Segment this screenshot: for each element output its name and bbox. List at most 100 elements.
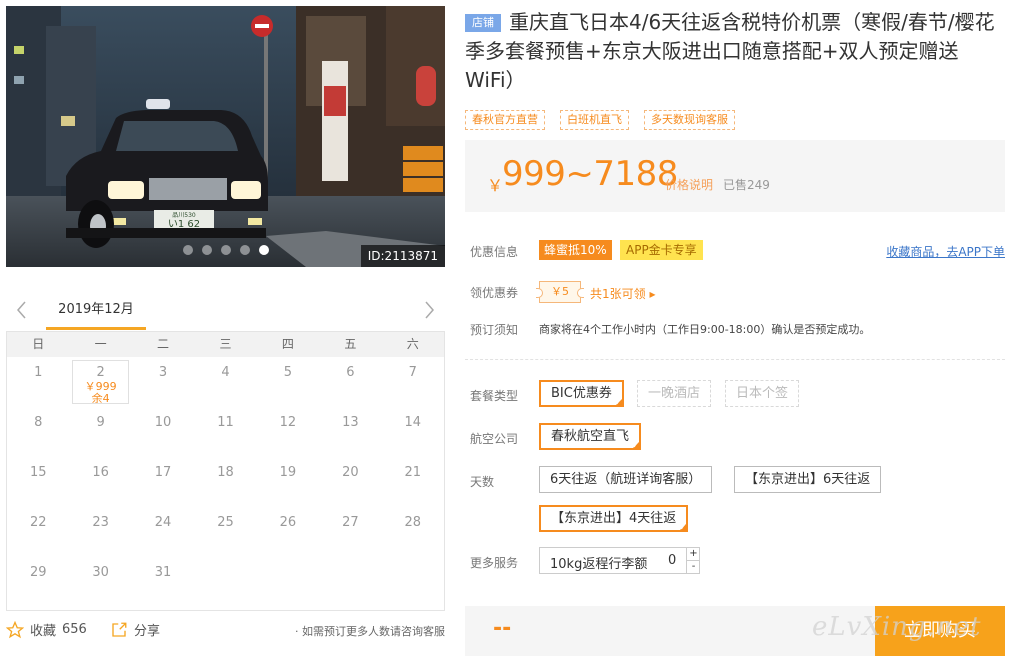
option-label: 一晚酒店 [648,386,701,401]
share-button[interactable]: 分享 [110,620,160,639]
weekday-label: 日 [32,337,45,351]
calendar-day: 20 [319,457,381,507]
total-price: -- [493,616,512,641]
favorite-app-link[interactable]: 收藏商品，去APP下单 [886,243,1005,260]
luggage-quantity-value[interactable]: 0 [668,553,676,568]
calendar-day: 9 [69,407,131,457]
more-services-label: 更多服务 [470,556,519,570]
day-number: 26 [279,515,297,530]
day-number: 17 [154,465,172,480]
day-number: 6 [346,365,355,380]
favorite-label: 收藏 [30,624,57,639]
feature-tag: 多天数现询客服 [644,110,735,130]
image-id-label: ID:2113871 [360,245,445,267]
notice-label: 预订须知 [470,323,519,337]
calendar-day: 29 [7,557,69,607]
date-calendar: 日 一 二 三 四 五 六 1 2 ￥999 余4 3 4 5 6 7 8 9 … [6,331,445,611]
option-label: 6天往返（航班详询客服） [550,472,702,487]
day-number: 27 [342,515,359,530]
chevron-left-icon[interactable] [12,298,32,322]
decrement-button[interactable]: - [686,561,700,574]
weekday-label: 二 [157,337,170,351]
day-number: 15 [29,465,47,480]
sold-count: 已售249 [723,178,770,192]
app-gold-card-badge: APP金卡专享 [620,240,703,260]
shop-tag[interactable]: 店铺 [465,14,501,32]
product-photo[interactable]: 品川530 い1 62 ID:2113871 [6,6,445,267]
airline-label: 航空公司 [470,432,519,446]
calendar-weekdays: 日 一 二 三 四 五 六 [7,332,444,357]
calendar-day: 1 [7,357,69,407]
airline-option-spring[interactable]: 春秋航空直飞 ✓ [539,423,642,450]
favorite-count: 656 [62,622,87,637]
days-option-tokyo-6day[interactable]: 【东京进出】6天往返 [734,466,882,493]
day-number: 16 [92,465,109,480]
photo-actions: 收藏 656 分享 · 如需预订更多人数请咨询客服 [6,618,445,644]
day-number: 29 [29,565,47,580]
price-explain-link[interactable]: 价格说明 [665,176,713,193]
weekday-label: 一 [94,337,107,351]
coupon-ticket[interactable]: ￥5 [536,281,584,303]
days-option-6day[interactable]: 6天往返（航班详询客服） [539,466,713,493]
section-divider [465,359,1005,360]
option-label: 日本个签 [736,386,789,401]
day-number: 5 [283,365,293,380]
calendar-day: 10 [132,407,194,457]
day-number: 12 [279,415,297,430]
price-panel: ￥ 999~7188 价格说明 已售249 [465,140,1005,212]
calendar-month-tab[interactable]: 2019年12月 [46,294,146,330]
calendar-day: 26 [257,507,319,557]
booking-notice: 商家将在4个工作小时内（工作日9:00-18:00）确认是否预定成功。 [539,323,871,336]
calendar-day-selected[interactable]: 2 ￥999 余4 [69,357,131,407]
calendar-day: 3 [132,357,194,407]
favorite-button[interactable]: 收藏 656 [6,620,87,639]
option-label: 【东京进出】4天往返 [551,511,677,526]
weekday-label: 三 [219,337,232,351]
day-number: 8 [34,415,43,430]
day-number: 3 [158,365,168,380]
slide-dot-active[interactable] [258,245,269,255]
days-label: 天数 [470,475,495,489]
calendar-day: 25 [194,507,256,557]
slide-dot[interactable] [201,245,212,255]
day-number: 18 [217,465,234,480]
calendar-day: 24 [132,507,194,557]
calendar-day: 18 [194,457,256,507]
calendar-day: 27 [319,507,381,557]
product-tags: 春秋官方直营 白班机直飞 多天数现询客服 [465,110,735,130]
day-number: 13 [342,415,359,430]
calendar-day: 7 [382,357,444,407]
package-type-label: 套餐类型 [470,389,519,403]
package-option-bic-coupon[interactable]: BIC优惠券 ✓ [539,380,624,407]
day-number: 30 [92,565,109,580]
chevron-right-icon[interactable] [419,298,439,322]
day-number: 10 [154,415,172,430]
feature-tag: 白班机直飞 [560,110,629,130]
day-number: 25 [217,515,234,530]
share-label: 分享 [134,624,161,639]
coupon-label: 领优惠券 [470,286,519,300]
promo-label: 优惠信息 [470,245,519,259]
buy-now-button[interactable]: 立即购买 [875,606,1005,656]
day-number: 4 [221,365,230,380]
day-number: 24 [154,515,172,530]
calendar-day: 12 [257,407,319,457]
days-option-tokyo-4day[interactable]: 【东京进出】4天往返 ✓ [539,505,689,532]
share-icon [112,622,127,637]
product-title: 店铺 重庆直飞日本4/6天往返含税特价机票（寒假/春节/樱花季多套餐预售+东京大阪… [465,8,1005,95]
feature-tag: 春秋官方直营 [465,110,545,130]
package-option-hotel: 一晚酒店 [637,380,712,407]
claim-coupon-link[interactable]: 共1张可领 ▸ [590,285,655,302]
calendar-day: 28 [382,507,444,557]
slide-dot[interactable] [239,245,250,255]
calendar-day: 19 [257,457,319,507]
slide-dot[interactable] [220,245,231,255]
increment-button[interactable]: + [686,548,700,561]
slide-dot[interactable] [182,245,193,255]
calendar-day: 15 [7,457,69,507]
calendar-day: 11 [194,407,256,457]
consult-note: · 如需预订更多人数请咨询客服 [295,625,445,638]
calendar-day: 8 [7,407,69,457]
luggage-quantity-stepper: 10kg返程行李额 0 + - [539,547,700,574]
calendar-day: 17 [132,457,194,507]
